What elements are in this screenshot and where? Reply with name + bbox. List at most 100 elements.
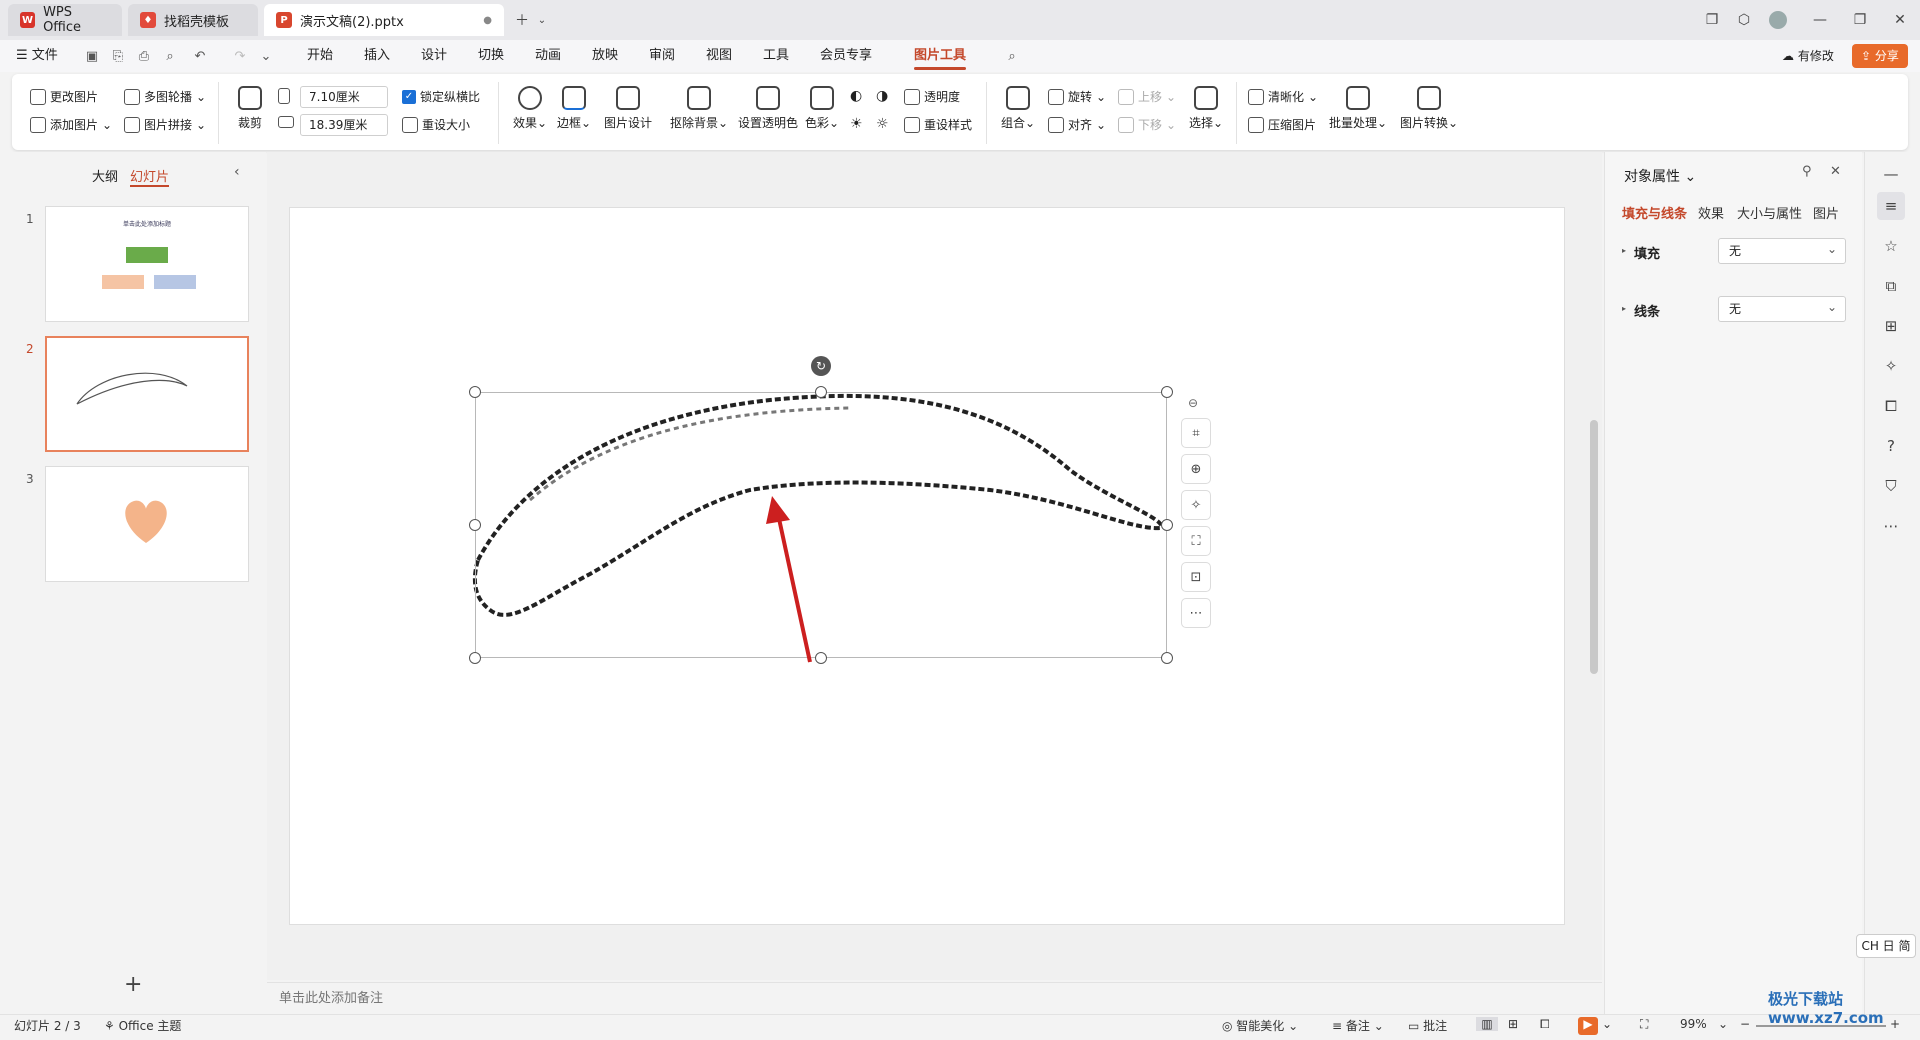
magic-tools-icon[interactable]: ✧: [1877, 352, 1905, 380]
collapse-float-toolbar-icon[interactable]: ⊖: [1188, 396, 1198, 410]
file-menu[interactable]: ☰ 文件: [16, 40, 58, 72]
brightness-down-icon[interactable]: ☼: [876, 116, 889, 132]
resize-handle-bottom-left[interactable]: [469, 652, 481, 664]
border-button[interactable]: 边框⌄: [548, 86, 600, 131]
lock-aspect-checkbox[interactable]: ✓ 锁定纵横比: [402, 88, 480, 105]
picture-search-float-icon[interactable]: ⊡: [1181, 562, 1211, 592]
tab-wps-office[interactable]: W WPS Office: [8, 4, 122, 36]
picture-collage-button[interactable]: 图片拼接 ⌄: [124, 116, 206, 133]
transparency-button[interactable]: 透明度: [904, 88, 960, 105]
properties-icon[interactable]: ≡: [1877, 192, 1905, 220]
batch-process-button[interactable]: 批量处理⌄: [1328, 86, 1388, 131]
rotate-button[interactable]: 旋转 ⌄: [1048, 88, 1106, 105]
picture-convert-button[interactable]: 图片转换⌄: [1398, 86, 1460, 131]
theme-indicator[interactable]: ⚘ Office 主题: [104, 1017, 181, 1034]
zoom-level[interactable]: 99%: [1680, 1017, 1707, 1031]
move-down-button[interactable]: 下移 ⌄: [1118, 116, 1176, 133]
zoom-dropdown-icon[interactable]: ⌄: [1718, 1017, 1728, 1031]
pin-icon[interactable]: ⚲: [1802, 164, 1812, 179]
undo-icon[interactable]: ↶: [190, 46, 210, 66]
new-tab-icon[interactable]: ＋: [512, 10, 532, 30]
smart-beautify-button[interactable]: ◎ 智能美化 ⌄: [1222, 1017, 1298, 1034]
fill-select[interactable]: 无: [1718, 237, 1846, 264]
color-button[interactable]: 色彩⌄: [796, 86, 848, 131]
book-icon[interactable]: ⧠: [1877, 392, 1905, 420]
redo-icon[interactable]: ↷: [230, 46, 250, 66]
set-transparent-color-button[interactable]: 设置透明色: [736, 86, 800, 131]
tab-picture[interactable]: 图片: [1813, 203, 1839, 222]
slideshow-options-icon[interactable]: ⌄: [1602, 1017, 1612, 1031]
menu-insert[interactable]: 插入: [364, 40, 390, 72]
change-picture-button[interactable]: 更改图片: [30, 88, 98, 105]
menu-member[interactable]: 会员专享: [820, 40, 872, 72]
collapse-sidebar-icon[interactable]: —: [1877, 160, 1905, 188]
tab-presentation[interactable]: P 演示文稿(2).pptx ●: [264, 4, 504, 36]
cube-icon[interactable]: ⬡: [1734, 10, 1754, 30]
menu-picture-tools[interactable]: 图片工具: [914, 40, 967, 72]
tab-outline[interactable]: 大纲: [92, 166, 118, 185]
expand-fill-icon[interactable]: ▸: [1622, 246, 1626, 255]
close-window-icon[interactable]: ✕: [1890, 10, 1910, 30]
scan-float-icon[interactable]: ⛶: [1181, 526, 1211, 556]
crop-button[interactable]: 裁剪: [224, 86, 276, 131]
comments-toggle[interactable]: ▭ 批注: [1408, 1017, 1447, 1034]
fit-window-icon[interactable]: ⛶: [1640, 1017, 1648, 1032]
avatar[interactable]: [1768, 10, 1788, 30]
magic-tool-float-icon[interactable]: ✧: [1181, 490, 1211, 520]
brightness-up-icon[interactable]: ☀: [850, 116, 863, 132]
window-layout-icon[interactable]: ❐: [1702, 10, 1722, 30]
contrast-icon[interactable]: ◐: [850, 88, 862, 104]
search-icon[interactable]: ⌕: [1002, 46, 1022, 66]
slide-thumbnail-1[interactable]: 单击此处添加标题: [45, 206, 249, 322]
share-button[interactable]: ⇪ 分享: [1852, 44, 1908, 68]
menu-home[interactable]: 开始: [307, 40, 333, 72]
shirt-icon[interactable]: ⛉: [1877, 472, 1905, 500]
menu-animation[interactable]: 动画: [535, 40, 561, 72]
tab-size-properties[interactable]: 大小与属性: [1737, 203, 1802, 222]
tab-list-chevron-icon[interactable]: ⌄: [532, 10, 552, 30]
resize-handle-top[interactable]: [815, 386, 827, 398]
notes-area[interactable]: 单击此处添加备注: [267, 982, 1602, 1014]
sharpen-button[interactable]: 清晰化 ⌄: [1248, 88, 1318, 105]
height-input[interactable]: 7.10厘米: [300, 86, 388, 108]
move-up-button[interactable]: 上移 ⌄: [1118, 88, 1176, 105]
picture-design-button[interactable]: 图片设计: [602, 86, 654, 131]
ime-indicator[interactable]: CH ⽇ 简: [1856, 934, 1916, 958]
menu-tools[interactable]: 工具: [763, 40, 789, 72]
multi-carousel-button[interactable]: 多图轮播 ⌄: [124, 88, 206, 105]
compress-picture-button[interactable]: 压缩图片: [1248, 116, 1316, 133]
slide-sorter-icon[interactable]: ⊞: [1508, 1017, 1518, 1031]
notes-toggle[interactable]: ≡ 备注 ⌄: [1332, 1017, 1384, 1034]
align-button[interactable]: 对齐 ⌄: [1048, 116, 1106, 133]
close-panel-icon[interactable]: ✕: [1830, 164, 1841, 179]
tab-effects[interactable]: 效果: [1698, 203, 1724, 222]
line-select[interactable]: 无: [1718, 295, 1846, 322]
expand-line-icon[interactable]: ▸: [1622, 304, 1626, 313]
save-icon[interactable]: ▣: [82, 46, 102, 66]
resize-handle-bottom-right[interactable]: [1161, 652, 1173, 664]
print-preview-icon[interactable]: ⌕: [160, 46, 180, 66]
help-icon[interactable]: ?: [1877, 432, 1905, 460]
group-button[interactable]: 组合⌄: [992, 86, 1044, 131]
unsaved-dot-icon[interactable]: ●: [483, 15, 492, 26]
more-float-icon[interactable]: ⋯: [1181, 598, 1211, 628]
zoom-out-icon[interactable]: −: [1740, 1017, 1750, 1031]
resize-handle-top-right[interactable]: [1161, 386, 1173, 398]
print-icon[interactable]: ⎙: [134, 46, 154, 66]
reset-style-button[interactable]: 重设样式: [904, 116, 972, 133]
reading-view-icon[interactable]: ⧠: [1540, 1017, 1550, 1032]
tab-docer-templates[interactable]: ♦ 找稻壳模板: [128, 4, 258, 36]
select-button[interactable]: 选择⌄: [1180, 86, 1232, 131]
minimize-icon[interactable]: —: [1810, 10, 1830, 30]
star-icon[interactable]: ☆: [1877, 232, 1905, 260]
resize-handle-left[interactable]: [469, 519, 481, 531]
add-picture-button[interactable]: 添加图片 ⌄: [30, 116, 112, 133]
tab-slides[interactable]: 幻灯片: [130, 166, 170, 187]
reset-size-button[interactable]: 重设大小: [402, 116, 470, 133]
restore-icon[interactable]: ❐: [1850, 10, 1870, 30]
crop-float-icon[interactable]: ⌗: [1181, 418, 1211, 448]
comment-icon[interactable]: ⧉: [1877, 272, 1905, 300]
more-sidebar-icon[interactable]: ⋯: [1877, 512, 1905, 540]
quick-access-more-icon[interactable]: ⌄: [256, 46, 276, 66]
add-slide-icon[interactable]: +: [124, 972, 142, 997]
